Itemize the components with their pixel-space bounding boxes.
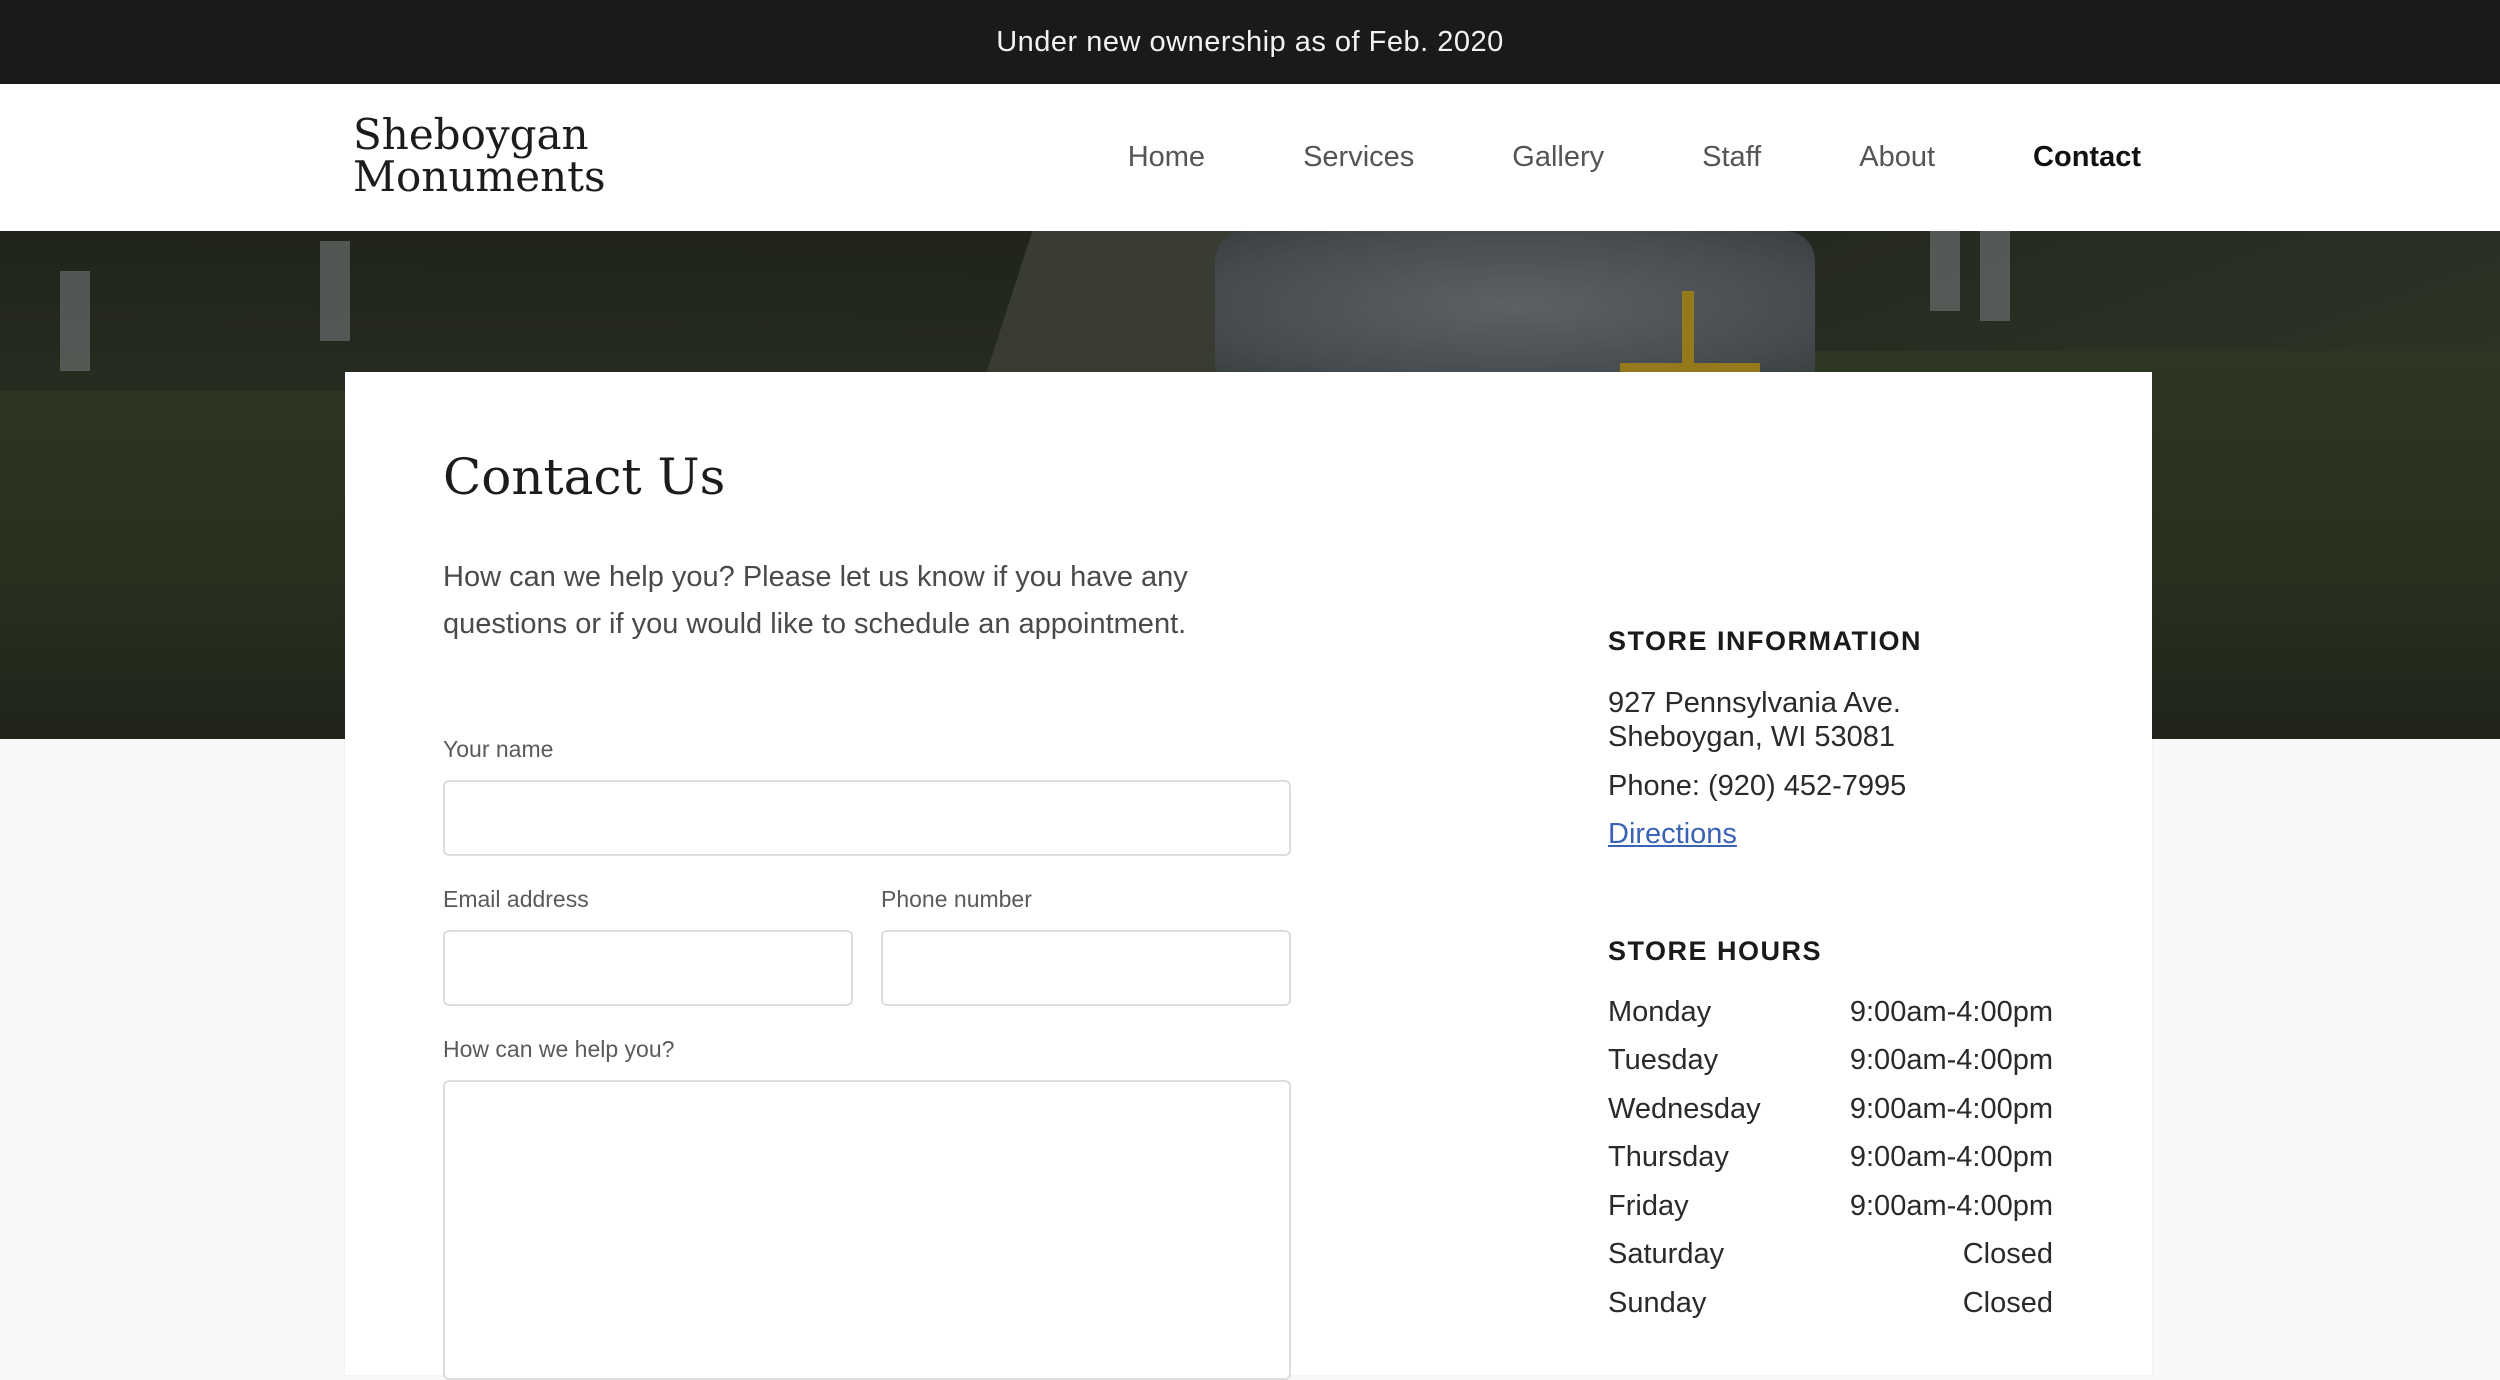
address-line-2: Sheboygan, WI 53081 xyxy=(1608,721,1895,753)
email-label: Email address xyxy=(443,886,589,912)
nav-gallery[interactable]: Gallery xyxy=(1512,141,1604,174)
hours-row: Sunday Closed xyxy=(1608,1287,2053,1320)
hours-row: Friday 9:00am-4:00pm xyxy=(1608,1190,2053,1223)
address-line-1: 927 Pennsylvania Ave. xyxy=(1608,687,1901,719)
hours-time: Closed xyxy=(1962,1238,2053,1270)
message-textarea[interactable] xyxy=(443,1080,1291,1380)
phone-label: Phone number xyxy=(881,886,1032,912)
hours-time: 9:00am-4:00pm xyxy=(1849,1044,2053,1076)
main-nav: Home Services Gallery Staff About Contac… xyxy=(1128,84,2141,231)
hours-day: Tuesday xyxy=(1608,1044,1719,1076)
hours-day: Thursday xyxy=(1608,1141,1729,1173)
store-hours-heading: STORE HOURS xyxy=(1608,936,1823,966)
hours-time: 9:00am-4:00pm xyxy=(1849,1190,2053,1222)
hours-day: Wednesday xyxy=(1608,1093,1761,1125)
nav-services[interactable]: Services xyxy=(1303,141,1414,174)
contact-card: Contact Us How can we help you? Please l… xyxy=(345,372,2152,1380)
page-title: Contact Us xyxy=(443,448,726,506)
hours-day: Sunday xyxy=(1608,1287,1707,1319)
hours-time: 9:00am-4:00pm xyxy=(1849,1141,2053,1173)
logo-line-2: Monuments xyxy=(353,152,606,201)
directions-link[interactable]: Directions xyxy=(1608,818,1737,851)
hours-day: Saturday xyxy=(1608,1238,1725,1270)
hours-row: Saturday Closed xyxy=(1608,1238,2053,1271)
site-header: Sheboygan Monuments Home Services Galler… xyxy=(0,84,2500,231)
name-label: Your name xyxy=(443,736,554,762)
hours-row: Monday 9:00am-4:00pm xyxy=(1608,996,2053,1029)
message-label: How can we help you? xyxy=(443,1036,675,1062)
name-input[interactable] xyxy=(443,780,1291,856)
email-input[interactable] xyxy=(443,930,853,1006)
hours-time: 9:00am-4:00pm xyxy=(1849,996,2053,1028)
phone-input[interactable] xyxy=(881,930,1291,1006)
announcement-bar: Under new ownership as of Feb. 2020 xyxy=(0,0,2500,84)
hours-time: 9:00am-4:00pm xyxy=(1849,1093,2053,1125)
hours-time: Closed xyxy=(1962,1287,2053,1319)
contact-intro: How can we help you? Please let us know … xyxy=(443,561,1188,640)
announcement-text: Under new ownership as of Feb. 2020 xyxy=(996,25,1504,58)
nav-contact[interactable]: Contact xyxy=(2033,141,2141,174)
hours-row: Wednesday 9:00am-4:00pm xyxy=(1608,1093,2053,1126)
hours-day: Monday xyxy=(1608,996,1712,1028)
store-phone: Phone: (920) 452-7995 xyxy=(1608,770,1907,802)
site-logo[interactable]: Sheboygan Monuments xyxy=(353,114,653,198)
store-info-heading: STORE INFORMATION xyxy=(1608,626,1922,656)
hours-row: Thursday 9:00am-4:00pm xyxy=(1608,1141,2053,1174)
nav-staff[interactable]: Staff xyxy=(1702,141,1761,174)
hours-day: Friday xyxy=(1608,1190,1689,1222)
nav-about[interactable]: About xyxy=(1859,141,1935,174)
hours-row: Tuesday 9:00am-4:00pm xyxy=(1608,1044,2053,1077)
logo-line-1: Sheboygan xyxy=(353,110,589,159)
nav-home[interactable]: Home xyxy=(1128,141,1205,174)
